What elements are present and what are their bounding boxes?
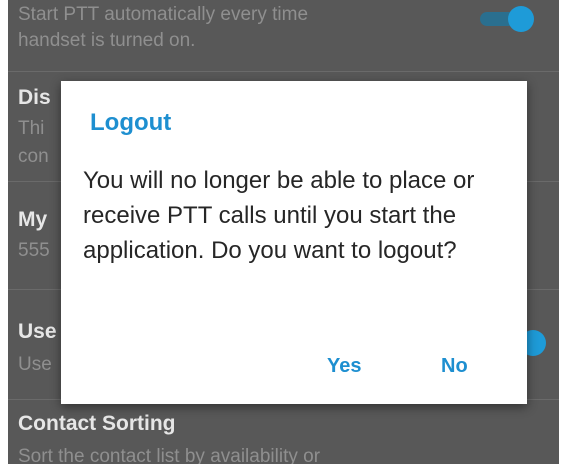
autostart-toggle[interactable] — [480, 6, 540, 32]
dialog-title: Logout — [90, 109, 172, 136]
setting-my-number-value: 555 — [18, 240, 50, 261]
logout-dialog: Logout You will no longer be able to pla… — [61, 81, 527, 404]
setting-autostart[interactable]: Start PTT automatically every time hands… — [8, 0, 559, 72]
setting-display-desc-line1: Thi — [18, 118, 45, 139]
dialog-message: You will no longer be able to place or r… — [83, 167, 475, 264]
setting-my-number-title: My — [18, 208, 48, 231]
setting-display-title: Dis — [18, 86, 51, 109]
yes-button[interactable]: Yes — [327, 355, 361, 378]
setting-contact-sorting-desc: Sort the contact list by availability or — [18, 446, 321, 464]
toggle-thumb — [508, 6, 534, 32]
setting-contact-sorting-title: Contact Sorting — [18, 412, 176, 435]
no-button[interactable]: No — [441, 355, 468, 378]
setting-autostart-description: Start PTT automatically every time hands… — [18, 4, 309, 51]
setting-use-desc: Use — [18, 354, 52, 375]
setting-display-desc-line2: con — [18, 146, 49, 167]
setting-contact-sorting[interactable]: Contact Sorting Sort the contact list by… — [8, 400, 559, 464]
setting-use-title: Use — [18, 320, 57, 343]
